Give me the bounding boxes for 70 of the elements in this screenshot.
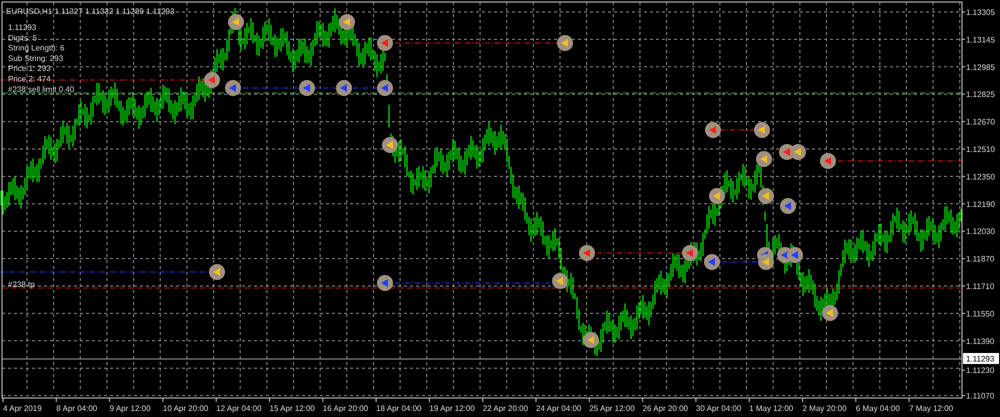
time-label: 16 Apr 20:00	[322, 404, 368, 413]
time-label: 15 Apr 12:00	[270, 404, 315, 413]
price-label: 1.12985	[966, 62, 995, 72]
order-marker-icon	[339, 14, 355, 30]
price-label: 1.12030	[966, 227, 995, 236]
price-label: 1.11230	[966, 366, 994, 376]
order-marker-icon	[225, 80, 241, 96]
time-label: 18 Apr 04:00	[376, 404, 422, 413]
order-label: #238 tp	[8, 280, 35, 289]
order-marker-icon	[204, 72, 220, 88]
time-label: 12 Apr 04:00	[216, 404, 262, 413]
order-marker-icon	[377, 275, 393, 291]
order-marker-icon	[822, 305, 838, 321]
order-marker-icon	[709, 188, 725, 204]
order-marker-icon	[552, 273, 568, 289]
time-label: 24 Apr 04:00	[536, 404, 582, 413]
time-label: 9 Apr 12:00	[110, 404, 151, 413]
order-marker-icon	[377, 35, 393, 51]
chart-header: EURUSD,H1 1.11327 1.11332 1.11289 1.11293	[6, 7, 174, 16]
time-label: 26 Apr 20:00	[642, 404, 688, 413]
time-label: 30 Apr 04:00	[696, 404, 742, 413]
order-marker-icon	[579, 245, 595, 261]
time-label: 19 Apr 12:00	[429, 404, 475, 413]
time-label: 1 May 12:00	[749, 404, 794, 413]
price-label: 1.12350	[966, 172, 995, 182]
order-marker-icon	[377, 80, 393, 96]
order-marker-icon	[382, 137, 398, 153]
price-label: 1.11870	[966, 254, 994, 264]
price-label: 1.11070	[966, 392, 994, 401]
price-label: 1.12190	[966, 200, 995, 209]
order-marker-icon	[758, 188, 774, 204]
order-marker-icon	[228, 14, 244, 30]
order-marker-icon	[299, 80, 315, 96]
order-marker-icon	[754, 122, 770, 138]
time-label: 25 Apr 12:00	[589, 404, 635, 413]
order-marker-icon	[583, 332, 599, 348]
order-marker-icon	[557, 35, 573, 51]
time-label: 22 Apr 20:00	[482, 404, 528, 413]
price-label: 1.11390	[966, 336, 994, 346]
order-marker-icon	[704, 254, 720, 270]
price-label: 1.12670	[966, 118, 995, 127]
time-label: 7 May 12:00	[909, 404, 954, 413]
order-marker-icon	[780, 198, 796, 214]
info-line: String Length: 6	[8, 44, 64, 53]
order-marker-icon	[682, 245, 698, 261]
order-marker-icon	[787, 247, 803, 263]
time-label: 10 Apr 20:00	[162, 404, 208, 413]
price-label: 1.13305	[966, 8, 995, 17]
order-marker-icon	[209, 264, 225, 280]
time-label: 6 May 04:00	[856, 404, 900, 413]
price-label: 1.11550	[966, 309, 994, 318]
price-label: 1.11710	[966, 282, 994, 291]
info-line: #238 sell limit 0.40	[8, 84, 74, 94]
order-marker-icon	[758, 254, 774, 270]
order-marker-icon	[820, 153, 836, 169]
order-marker-icon	[790, 144, 806, 160]
price-label: 1.12510	[966, 145, 995, 154]
time-label: 8 Apr 04:00	[56, 404, 98, 413]
info-line: Digits: 5	[8, 33, 37, 42]
time-label: 4 Apr 2019	[3, 404, 42, 413]
info-line: Sub String: 293	[8, 54, 64, 63]
price-label: 1.13145	[966, 35, 995, 44]
order-marker-icon	[756, 151, 772, 167]
price-label: 1.12825	[966, 90, 995, 100]
current-price-label: 1.11293	[963, 353, 999, 364]
order-marker-icon	[336, 80, 352, 96]
info-line: 1.11293	[8, 23, 36, 32]
info-line: Price 1: 293	[8, 64, 51, 74]
time-label: 2 May 20:00	[802, 404, 847, 413]
order-marker-icon	[705, 122, 721, 138]
